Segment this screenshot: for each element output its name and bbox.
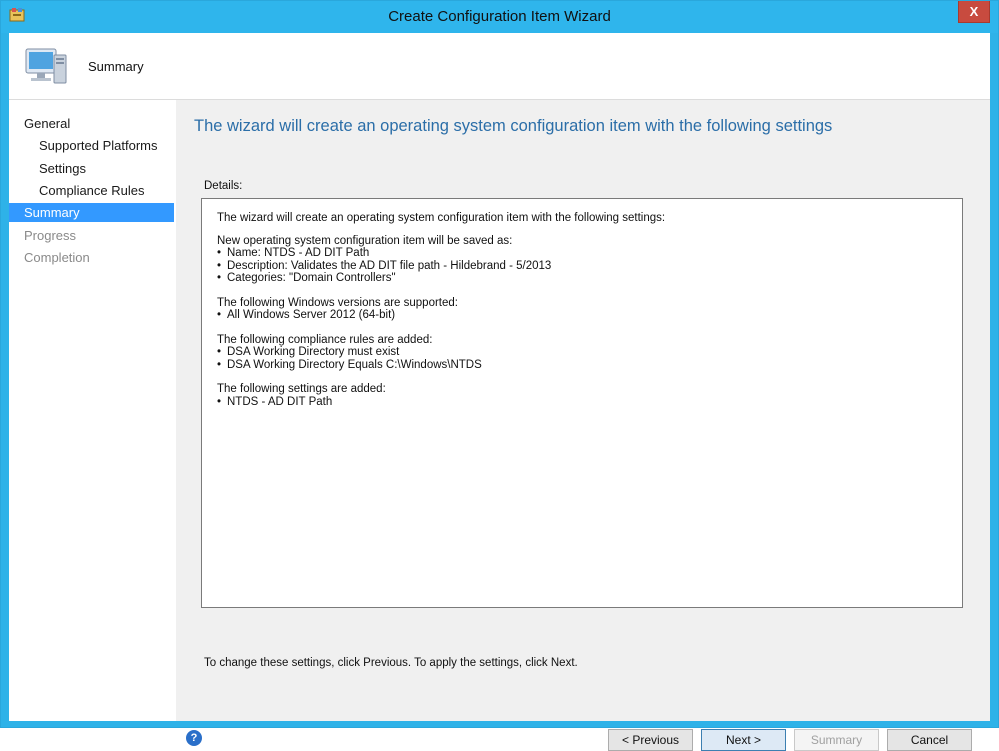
wizard-header: Summary xyxy=(9,33,990,100)
wizard-content: The wizard will create an operating syst… xyxy=(176,100,990,751)
nav-item-supported-platforms[interactable]: Supported Platforms xyxy=(9,136,174,155)
details-group-windows-versions: The following Windows versions are suppo… xyxy=(217,297,947,322)
details-intro: The wizard will create an operating syst… xyxy=(217,212,666,224)
nav-item-general[interactable]: General xyxy=(9,114,189,133)
details-group-title: The following compliance rules are added… xyxy=(217,333,433,346)
details-group-title: New operating system configuration item … xyxy=(217,234,513,247)
nav-item-settings[interactable]: Settings xyxy=(9,159,174,178)
details-list-item: Name: NTDS - AD DIT Path xyxy=(217,247,947,260)
nav-item-progress: Progress xyxy=(24,228,77,243)
page-title: Summary xyxy=(88,59,144,74)
window-title: Create Configuration Item Wizard xyxy=(388,8,611,25)
details-list-item: Description: Validates the AD DIT file p… xyxy=(217,260,947,273)
details-group-saved-as: New operating system configuration item … xyxy=(217,235,947,285)
next-button[interactable]: Next > xyxy=(701,729,786,751)
help-icon[interactable]: ? xyxy=(186,730,202,746)
computer-icon xyxy=(25,48,67,84)
details-list-item: All Windows Server 2012 (64-bit) xyxy=(217,309,947,322)
details-list-item: DSA Working Directory must exist xyxy=(217,346,947,359)
summary-button: Summary xyxy=(794,729,879,751)
nav-item-summary[interactable]: Summary xyxy=(9,203,174,222)
close-button[interactable]: X xyxy=(958,1,990,23)
details-list-item: Categories: "Domain Controllers" xyxy=(217,272,947,285)
details-label: Details: xyxy=(204,180,243,192)
title-bar[interactable]: Create Configuration Item Wizard X xyxy=(1,1,998,33)
details-list-item: DSA Working Directory Equals C:\Windows\… xyxy=(217,359,947,372)
footer-note: To change these settings, click Previous… xyxy=(204,657,578,669)
wizard-client-area: Summary General Supported Platforms Sett… xyxy=(9,33,990,751)
details-group-title: The following settings are added: xyxy=(217,383,386,395)
details-textbox[interactable]: The wizard will create an operating syst… xyxy=(201,198,963,608)
wizard-step-nav: General Supported Platforms Settings Com… xyxy=(9,100,176,721)
nav-item-completion: Completion xyxy=(24,250,90,265)
previous-button[interactable]: < Previous xyxy=(608,729,693,751)
details-group-settings: The following settings are added: NTDS -… xyxy=(217,383,947,408)
content-heading: The wizard will create an operating syst… xyxy=(194,117,833,135)
nav-item-compliance-rules[interactable]: Compliance Rules xyxy=(9,181,174,200)
wizard-window: Create Configuration Item Wizard X Summa… xyxy=(0,0,999,751)
details-group-title: The following Windows versions are suppo… xyxy=(217,296,458,309)
details-list-item: NTDS - AD DIT Path xyxy=(217,396,947,409)
cancel-button[interactable]: Cancel xyxy=(887,729,972,751)
details-group-compliance-rules: The following compliance rules are added… xyxy=(217,334,947,372)
